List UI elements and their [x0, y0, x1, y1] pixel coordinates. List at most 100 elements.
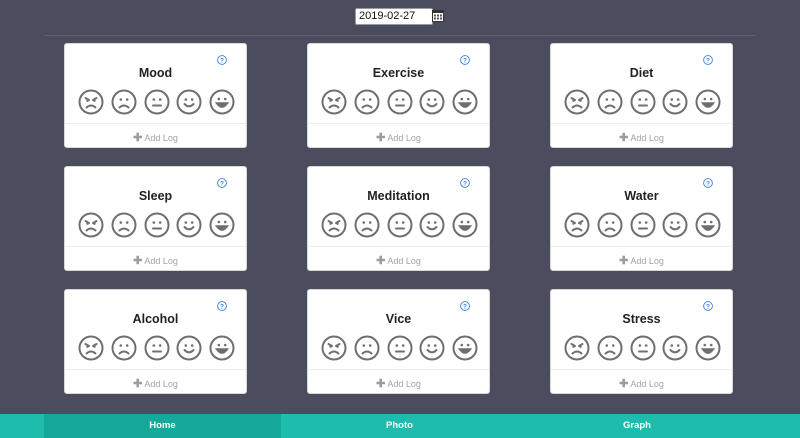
card-divider — [65, 123, 246, 124]
grin-face-icon[interactable] — [209, 212, 235, 238]
grin-face-icon[interactable] — [695, 89, 721, 115]
neutral-face-icon[interactable] — [387, 212, 413, 238]
sad-face-icon[interactable] — [111, 89, 137, 115]
help-icon[interactable]: ? — [460, 55, 470, 65]
add-log-button[interactable]: ✚ Add Log — [551, 254, 732, 267]
rating-faces — [78, 212, 235, 239]
sad-face-icon[interactable] — [597, 212, 623, 238]
add-log-button[interactable]: ✚ Add Log — [65, 377, 246, 390]
smile-face-icon[interactable] — [176, 335, 202, 361]
help-icon[interactable]: ? — [703, 178, 713, 188]
neutral-face-icon[interactable] — [387, 89, 413, 115]
grin-face-icon[interactable] — [695, 335, 721, 361]
help-icon[interactable]: ? — [217, 178, 227, 188]
sad-face-icon[interactable] — [111, 212, 137, 238]
neutral-face-icon[interactable] — [630, 212, 656, 238]
tab-graph[interactable]: Graph — [518, 414, 756, 438]
svg-text:?: ? — [220, 57, 224, 64]
grin-face-icon[interactable] — [209, 335, 235, 361]
plus-icon: ✚ — [619, 255, 629, 267]
rating-faces — [564, 335, 721, 362]
calendar-icon[interactable] — [432, 9, 444, 22]
tracker-card-mood: ? Mood ✚ Add Log — [64, 43, 247, 148]
rating-faces — [78, 335, 235, 362]
sad-face-icon[interactable] — [597, 335, 623, 361]
smile-face-icon[interactable] — [662, 212, 688, 238]
tracker-card-meditation: ? Meditation ✚ Add Log — [307, 166, 490, 271]
angry-face-icon[interactable] — [78, 212, 104, 238]
neutral-face-icon[interactable] — [630, 335, 656, 361]
neutral-face-icon[interactable] — [630, 89, 656, 115]
add-log-label: Add Log — [387, 133, 421, 143]
rating-faces — [321, 212, 478, 239]
angry-face-icon[interactable] — [78, 89, 104, 115]
neutral-face-icon[interactable] — [387, 335, 413, 361]
plus-icon: ✚ — [376, 132, 386, 144]
angry-face-icon[interactable] — [564, 89, 590, 115]
add-log-label: Add Log — [630, 133, 664, 143]
grin-face-icon[interactable] — [452, 335, 478, 361]
smile-face-icon[interactable] — [419, 335, 445, 361]
angry-face-icon[interactable] — [321, 89, 347, 115]
angry-face-icon[interactable] — [78, 335, 104, 361]
grin-face-icon[interactable] — [452, 89, 478, 115]
smile-face-icon[interactable] — [419, 212, 445, 238]
smile-face-icon[interactable] — [662, 89, 688, 115]
angry-face-icon[interactable] — [564, 212, 590, 238]
svg-text:?: ? — [463, 57, 467, 64]
help-icon[interactable]: ? — [217, 301, 227, 311]
rating-faces — [564, 212, 721, 239]
help-icon[interactable]: ? — [703, 55, 713, 65]
svg-text:?: ? — [463, 303, 467, 310]
add-log-label: Add Log — [144, 379, 178, 389]
card-divider — [551, 123, 732, 124]
tracker-card-exercise: ? Exercise ✚ Add Log — [307, 43, 490, 148]
sad-face-icon[interactable] — [354, 335, 380, 361]
angry-face-icon[interactable] — [321, 212, 347, 238]
tab-photo[interactable]: Photo — [281, 414, 518, 438]
help-icon[interactable]: ? — [460, 301, 470, 311]
date-bar: 2019-02-27 — [0, 7, 800, 27]
angry-face-icon[interactable] — [321, 335, 347, 361]
neutral-face-icon[interactable] — [144, 335, 170, 361]
help-icon[interactable]: ? — [703, 301, 713, 311]
add-log-button[interactable]: ✚ Add Log — [308, 377, 489, 390]
neutral-face-icon[interactable] — [144, 89, 170, 115]
svg-text:?: ? — [220, 180, 224, 187]
grin-face-icon[interactable] — [452, 212, 478, 238]
add-log-button[interactable]: ✚ Add Log — [551, 131, 732, 144]
add-log-label: Add Log — [387, 256, 421, 266]
tracker-card-vice: ? Vice ✚ Add Log — [307, 289, 490, 394]
plus-icon: ✚ — [133, 378, 143, 390]
add-log-button[interactable]: ✚ Add Log — [551, 377, 732, 390]
sad-face-icon[interactable] — [354, 89, 380, 115]
card-divider — [551, 246, 732, 247]
svg-text:?: ? — [220, 303, 224, 310]
smile-face-icon[interactable] — [419, 89, 445, 115]
add-log-button[interactable]: ✚ Add Log — [65, 131, 246, 144]
bottom-tab-bar: Home Photo Graph — [0, 414, 800, 438]
card-title: Alcohol — [132, 312, 179, 326]
grin-face-icon[interactable] — [695, 212, 721, 238]
neutral-face-icon[interactable] — [144, 212, 170, 238]
sad-face-icon[interactable] — [354, 212, 380, 238]
smile-face-icon[interactable] — [176, 212, 202, 238]
smile-face-icon[interactable] — [176, 89, 202, 115]
help-icon[interactable]: ? — [460, 178, 470, 188]
smile-face-icon[interactable] — [662, 335, 688, 361]
grin-face-icon[interactable] — [209, 89, 235, 115]
sad-face-icon[interactable] — [111, 335, 137, 361]
add-log-button[interactable]: ✚ Add Log — [65, 254, 246, 267]
tab-home[interactable]: Home — [44, 414, 281, 438]
help-icon[interactable]: ? — [217, 55, 227, 65]
date-input[interactable]: 2019-02-27 — [355, 8, 433, 25]
tracker-card-water: ? Water ✚ Add Log — [550, 166, 733, 271]
angry-face-icon[interactable] — [564, 335, 590, 361]
add-log-button[interactable]: ✚ Add Log — [308, 254, 489, 267]
tracker-card-stress: ? Stress ✚ Add Log — [550, 289, 733, 394]
sad-face-icon[interactable] — [597, 89, 623, 115]
add-log-button[interactable]: ✚ Add Log — [308, 131, 489, 144]
plus-icon: ✚ — [619, 378, 629, 390]
add-log-label: Add Log — [630, 379, 664, 389]
plus-icon: ✚ — [619, 132, 629, 144]
